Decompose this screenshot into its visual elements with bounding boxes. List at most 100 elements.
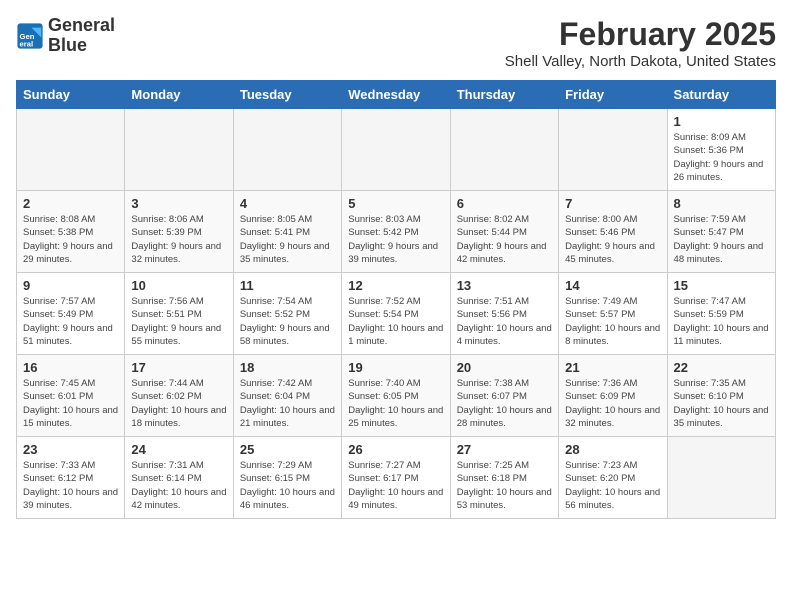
calendar-cell: 25Sunrise: 7:29 AM Sunset: 6:15 PM Dayli… — [233, 437, 341, 519]
day-number: 7 — [565, 196, 660, 211]
page-header: Gen eral General Blue February 2025 Shel… — [16, 16, 776, 70]
logo-icon: Gen eral — [16, 22, 44, 50]
header-day-saturday: Saturday — [667, 81, 775, 109]
day-info: Sunrise: 7:23 AM Sunset: 6:20 PM Dayligh… — [565, 459, 660, 512]
week-row-3: 9Sunrise: 7:57 AM Sunset: 5:49 PM Daylig… — [17, 273, 776, 355]
calendar-cell — [342, 109, 450, 191]
calendar-cell — [667, 437, 775, 519]
calendar-cell: 19 Sunrise: 7:40 AM Sunset: 6:05 PM Dayli… — [342, 355, 450, 437]
calendar-cell: 20Sunrise: 7:38 AM Sunset: 6:07 PM Dayli… — [450, 355, 558, 437]
header-day-wednesday: Wednesday — [342, 81, 450, 109]
svg-text:eral: eral — [20, 39, 34, 48]
day-info: Sunrise: 7:47 AM Sunset: 5:59 PM Dayligh… — [674, 295, 769, 348]
day-number: 21 — [565, 360, 660, 375]
calendar-cell: 7 Sunrise: 8:00 AM Sunset: 5:46 PM Daylig… — [559, 191, 667, 273]
calendar-cell: 6 Sunrise: 8:02 AM Sunset: 5:44 PM Daylig… — [450, 191, 558, 273]
day-info: Sunrise: 7:45 AM Sunset: 6:01 PM Dayligh… — [23, 377, 118, 430]
calendar-cell: 5Sunrise: 8:03 AM Sunset: 5:42 PM Daylig… — [342, 191, 450, 273]
day-info: Sunrise: 8:05 AM Sunset: 5:41 PM Dayligh… — [240, 213, 335, 266]
calendar-cell — [559, 109, 667, 191]
logo-line1: General — [48, 16, 115, 36]
day-number: 2 — [23, 196, 118, 211]
calendar-cell: 14 Sunrise: 7:49 AM Sunset: 5:57 PM Dayli… — [559, 273, 667, 355]
day-info: Sunrise: 7:59 AM Sunset: 5:47 PM Dayligh… — [674, 213, 769, 266]
day-info: Sunrise: 8:09 AM Sunset: 5:36 PM Dayligh… — [674, 131, 769, 184]
day-info: Sunrise: 8:06 AM Sunset: 5:39 PM Dayligh… — [131, 213, 226, 266]
day-info: Sunrise: 8:02 AM Sunset: 5:44 PM Dayligh… — [457, 213, 552, 266]
day-number: 26 — [348, 442, 443, 457]
calendar-cell: 8 Sunrise: 7:59 AM Sunset: 5:47 PM Daylig… — [667, 191, 775, 273]
calendar-cell: 11 Sunrise: 7:54 AM Sunset: 5:52 PM Dayli… — [233, 273, 341, 355]
calendar-cell — [17, 109, 125, 191]
week-row-5: 23 Sunrise: 7:33 AM Sunset: 6:12 PM Dayli… — [17, 437, 776, 519]
day-info: Sunrise: 7:35 AM Sunset: 6:10 PM Dayligh… — [674, 377, 769, 430]
calendar-cell: 17 Sunrise: 7:44 AM Sunset: 6:02 PM Dayli… — [125, 355, 233, 437]
calendar-cell: 15 Sunrise: 7:47 AM Sunset: 5:59 PM Dayli… — [667, 273, 775, 355]
calendar-table: SundayMondayTuesdayWednesdayThursdayFrid… — [16, 80, 776, 519]
calendar-cell — [450, 109, 558, 191]
day-number: 16 — [23, 360, 118, 375]
calendar-header: SundayMondayTuesdayWednesdayThursdayFrid… — [17, 81, 776, 109]
day-number: 3 — [131, 196, 226, 211]
day-info: Sunrise: 7:54 AM Sunset: 5:52 PM Dayligh… — [240, 295, 335, 348]
day-info: Sunrise: 7:57 AM Sunset: 5:49 PM Dayligh… — [23, 295, 118, 348]
calendar-cell: 4 Sunrise: 8:05 AM Sunset: 5:41 PM Daylig… — [233, 191, 341, 273]
day-number: 22 — [674, 360, 769, 375]
day-number: 5 — [348, 196, 443, 211]
calendar-cell: 18Sunrise: 7:42 AM Sunset: 6:04 PM Dayli… — [233, 355, 341, 437]
logo-line2: Blue — [48, 36, 115, 56]
calendar-cell: 21 Sunrise: 7:36 AM Sunset: 6:09 PM Dayli… — [559, 355, 667, 437]
day-number: 6 — [457, 196, 552, 211]
title-block: February 2025 Shell Valley, North Dakota… — [505, 16, 776, 70]
day-info: Sunrise: 7:51 AM Sunset: 5:56 PM Dayligh… — [457, 295, 552, 348]
day-info: Sunrise: 7:27 AM Sunset: 6:17 PM Dayligh… — [348, 459, 443, 512]
week-row-4: 16 Sunrise: 7:45 AM Sunset: 6:01 PM Dayli… — [17, 355, 776, 437]
day-number: 1 — [674, 114, 769, 129]
calendar-cell: 16 Sunrise: 7:45 AM Sunset: 6:01 PM Dayli… — [17, 355, 125, 437]
day-number: 19 — [348, 360, 443, 375]
calendar-cell: 28Sunrise: 7:23 AM Sunset: 6:20 PM Dayli… — [559, 437, 667, 519]
day-number: 23 — [23, 442, 118, 457]
day-info: Sunrise: 7:25 AM Sunset: 6:18 PM Dayligh… — [457, 459, 552, 512]
calendar-cell: 1 Sunrise: 8:09 AM Sunset: 5:36 PM Daylig… — [667, 109, 775, 191]
day-info: Sunrise: 7:31 AM Sunset: 6:14 PM Dayligh… — [131, 459, 226, 512]
header-day-monday: Monday — [125, 81, 233, 109]
day-number: 20 — [457, 360, 552, 375]
calendar-cell: 23 Sunrise: 7:33 AM Sunset: 6:12 PM Dayli… — [17, 437, 125, 519]
header-day-thursday: Thursday — [450, 81, 558, 109]
day-number: 11 — [240, 278, 335, 293]
header-day-friday: Friday — [559, 81, 667, 109]
day-number: 14 — [565, 278, 660, 293]
day-number: 10 — [131, 278, 226, 293]
day-number: 4 — [240, 196, 335, 211]
calendar-cell: 24 Sunrise: 7:31 AM Sunset: 6:14 PM Dayli… — [125, 437, 233, 519]
calendar-cell: 10 Sunrise: 7:56 AM Sunset: 5:51 PM Dayli… — [125, 273, 233, 355]
calendar-cell: 22 Sunrise: 7:35 AM Sunset: 6:10 PM Dayli… — [667, 355, 775, 437]
day-number: 8 — [674, 196, 769, 211]
day-info: Sunrise: 8:00 AM Sunset: 5:46 PM Dayligh… — [565, 213, 660, 266]
day-info: Sunrise: 7:56 AM Sunset: 5:51 PM Dayligh… — [131, 295, 226, 348]
calendar-subtitle: Shell Valley, North Dakota, United State… — [505, 53, 776, 70]
calendar-cell: 26 Sunrise: 7:27 AM Sunset: 6:17 PM Dayli… — [342, 437, 450, 519]
calendar-body: 1 Sunrise: 8:09 AM Sunset: 5:36 PM Daylig… — [17, 109, 776, 519]
day-number: 17 — [131, 360, 226, 375]
week-row-1: 1 Sunrise: 8:09 AM Sunset: 5:36 PM Daylig… — [17, 109, 776, 191]
calendar-cell: 12Sunrise: 7:52 AM Sunset: 5:54 PM Dayli… — [342, 273, 450, 355]
logo: Gen eral General Blue — [16, 16, 115, 56]
day-number: 12 — [348, 278, 443, 293]
day-number: 15 — [674, 278, 769, 293]
day-info: Sunrise: 7:36 AM Sunset: 6:09 PM Dayligh… — [565, 377, 660, 430]
calendar-cell — [125, 109, 233, 191]
calendar-cell — [233, 109, 341, 191]
day-info: Sunrise: 7:33 AM Sunset: 6:12 PM Dayligh… — [23, 459, 118, 512]
day-info: Sunrise: 7:44 AM Sunset: 6:02 PM Dayligh… — [131, 377, 226, 430]
header-row: SundayMondayTuesdayWednesdayThursdayFrid… — [17, 81, 776, 109]
day-info: Sunrise: 7:49 AM Sunset: 5:57 PM Dayligh… — [565, 295, 660, 348]
day-number: 13 — [457, 278, 552, 293]
calendar-cell: 13 Sunrise: 7:51 AM Sunset: 5:56 PM Dayli… — [450, 273, 558, 355]
calendar-cell: 3 Sunrise: 8:06 AM Sunset: 5:39 PM Daylig… — [125, 191, 233, 273]
calendar-cell: 27Sunrise: 7:25 AM Sunset: 6:18 PM Dayli… — [450, 437, 558, 519]
day-info: Sunrise: 7:40 AM Sunset: 6:05 PM Dayligh… — [348, 377, 443, 430]
day-number: 24 — [131, 442, 226, 457]
calendar-cell: 2Sunrise: 8:08 AM Sunset: 5:38 PM Daylig… — [17, 191, 125, 273]
